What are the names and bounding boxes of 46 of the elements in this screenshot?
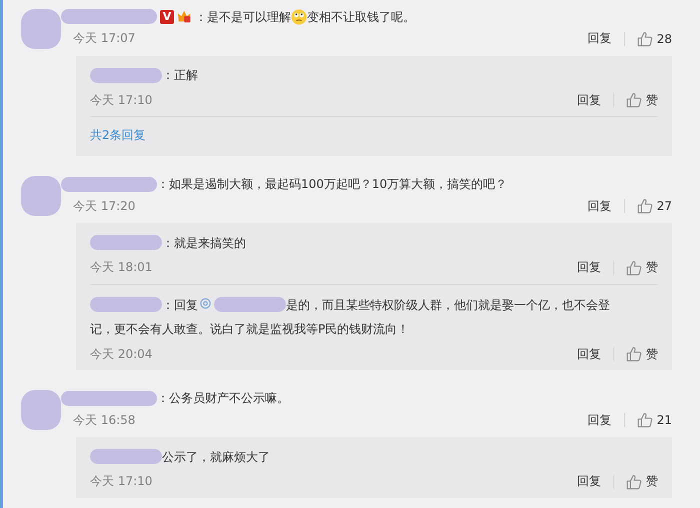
like-button[interactable]: 27: [636, 198, 672, 214]
thumbs-up-icon: [626, 474, 642, 490]
reply-link[interactable]: 回复: [588, 30, 612, 48]
thumbs-up-icon: [636, 198, 653, 214]
comment-text: 变相不让取钱了呢。: [307, 8, 415, 26]
comment-time: 今天 18:01: [90, 259, 152, 276]
comment-text: ：正解: [162, 67, 198, 84]
comment-text: 公示了，就麻烦大了: [162, 448, 270, 466]
reply-link[interactable]: 回复: [577, 473, 601, 490]
comment-text: ：就是来搞笑的: [162, 234, 246, 252]
comment-text: 记，更不会有人敢查。说白了就是监视我等P民的钱财流向！: [90, 321, 410, 338]
comment-time: 今天 17:10: [90, 92, 152, 109]
thumbs-up-icon: [636, 412, 653, 428]
redaction-mark: [90, 68, 162, 83]
comment-text: 是的，而且某些特权阶级人群，他们就是娶一个亿，也不会登: [286, 296, 610, 314]
redaction-mark: [90, 449, 162, 464]
like-button[interactable]: 赞: [626, 259, 658, 276]
like-button[interactable]: 28: [636, 30, 672, 47]
comment-time: 今天 17:20: [73, 198, 136, 215]
comment-text: ：公务员财产不公示嘛。: [157, 390, 289, 408]
emoji-icon: [291, 8, 307, 25]
redaction-mark: [214, 297, 286, 312]
comment-time: 今天 16:58: [73, 412, 136, 429]
reply-link[interactable]: 回复: [577, 346, 601, 363]
thumbs-up-icon: [636, 30, 653, 47]
thumbs-up-icon: [626, 260, 642, 276]
like-button[interactable]: 赞: [626, 346, 658, 363]
comment-time: 今天 20:04: [90, 346, 152, 363]
comment-text: ：回复: [162, 296, 198, 314]
reply-link[interactable]: 回复: [577, 259, 601, 276]
like-button[interactable]: 赞: [626, 92, 658, 109]
verified-badge: V: [160, 10, 174, 24]
thumbs-up-icon: [626, 92, 642, 108]
reply-link[interactable]: 回复: [588, 412, 612, 429]
comment-text: ：如果是遏制大额，最起码100万起吧？10万算大额，搞笑的吧？: [157, 176, 508, 194]
comment-time: 今天 17:07: [73, 30, 136, 48]
like-button[interactable]: 21: [636, 412, 672, 428]
crown-icon: [177, 8, 193, 25]
comment-text: ：是不是可以理解: [195, 8, 291, 26]
redaction-mark: [90, 297, 162, 312]
comment-time: 今天 17:10: [90, 473, 152, 490]
redaction-mark: [90, 235, 162, 250]
reply-link[interactable]: 回复: [577, 92, 601, 109]
thumbs-up-icon: [626, 346, 642, 362]
reply-link[interactable]: 回复: [588, 198, 612, 215]
like-button[interactable]: 赞: [626, 473, 658, 490]
